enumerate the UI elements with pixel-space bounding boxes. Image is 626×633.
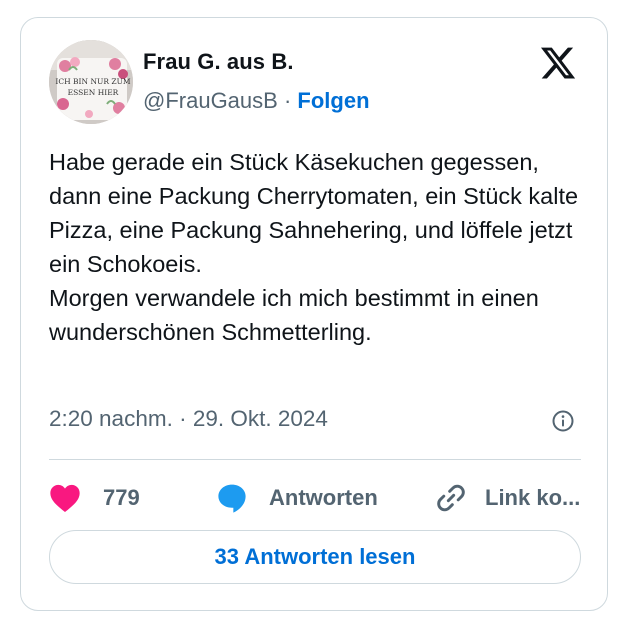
x-logo-icon[interactable]: [539, 44, 577, 82]
follow-link[interactable]: Folgen: [297, 88, 369, 113]
link-icon: [437, 484, 465, 512]
tweet-card[interactable]: ICH BIN NUR ZUM ESSEN HIER Frau G. aus B…: [20, 17, 608, 611]
avatar-mug-image: ICH BIN NUR ZUM ESSEN HIER: [49, 40, 133, 124]
handle-separator: ·: [283, 88, 292, 113]
author-display-name[interactable]: Frau G. aus B.: [143, 49, 294, 75]
avatar[interactable]: ICH BIN NUR ZUM ESSEN HIER: [49, 40, 133, 124]
avatar-mug-text: ICH BIN NUR ZUM: [55, 77, 130, 86]
author-handle-row: @FrauGausB · Folgen: [143, 88, 370, 114]
svg-text:ESSEN HIER: ESSEN HIER: [68, 88, 119, 97]
tweet-timestamp[interactable]: 2:20 nachm. · 29. Okt. 2024: [49, 406, 328, 432]
read-replies-button[interactable]: 33 Antworten lesen: [49, 530, 581, 584]
like-button[interactable]: 779: [49, 478, 140, 518]
reply-button[interactable]: Antworten: [215, 478, 378, 518]
tweet-actions: 779 Antworten Link ko...: [49, 478, 589, 518]
reply-bubble-icon: [218, 484, 246, 513]
author-handle[interactable]: @FrauGausB: [143, 88, 278, 113]
copy-link-button[interactable]: Link ko...: [435, 478, 580, 518]
info-icon[interactable]: [551, 409, 575, 433]
tweet-text: Habe gerade ein Stück Käsekuchen gegesse…: [49, 149, 579, 345]
copy-link-label: Link ko...: [485, 485, 581, 510]
like-count: 779: [103, 485, 140, 510]
divider: [49, 459, 581, 460]
heart-icon: [50, 484, 80, 512]
reply-label: Antworten: [269, 485, 378, 510]
